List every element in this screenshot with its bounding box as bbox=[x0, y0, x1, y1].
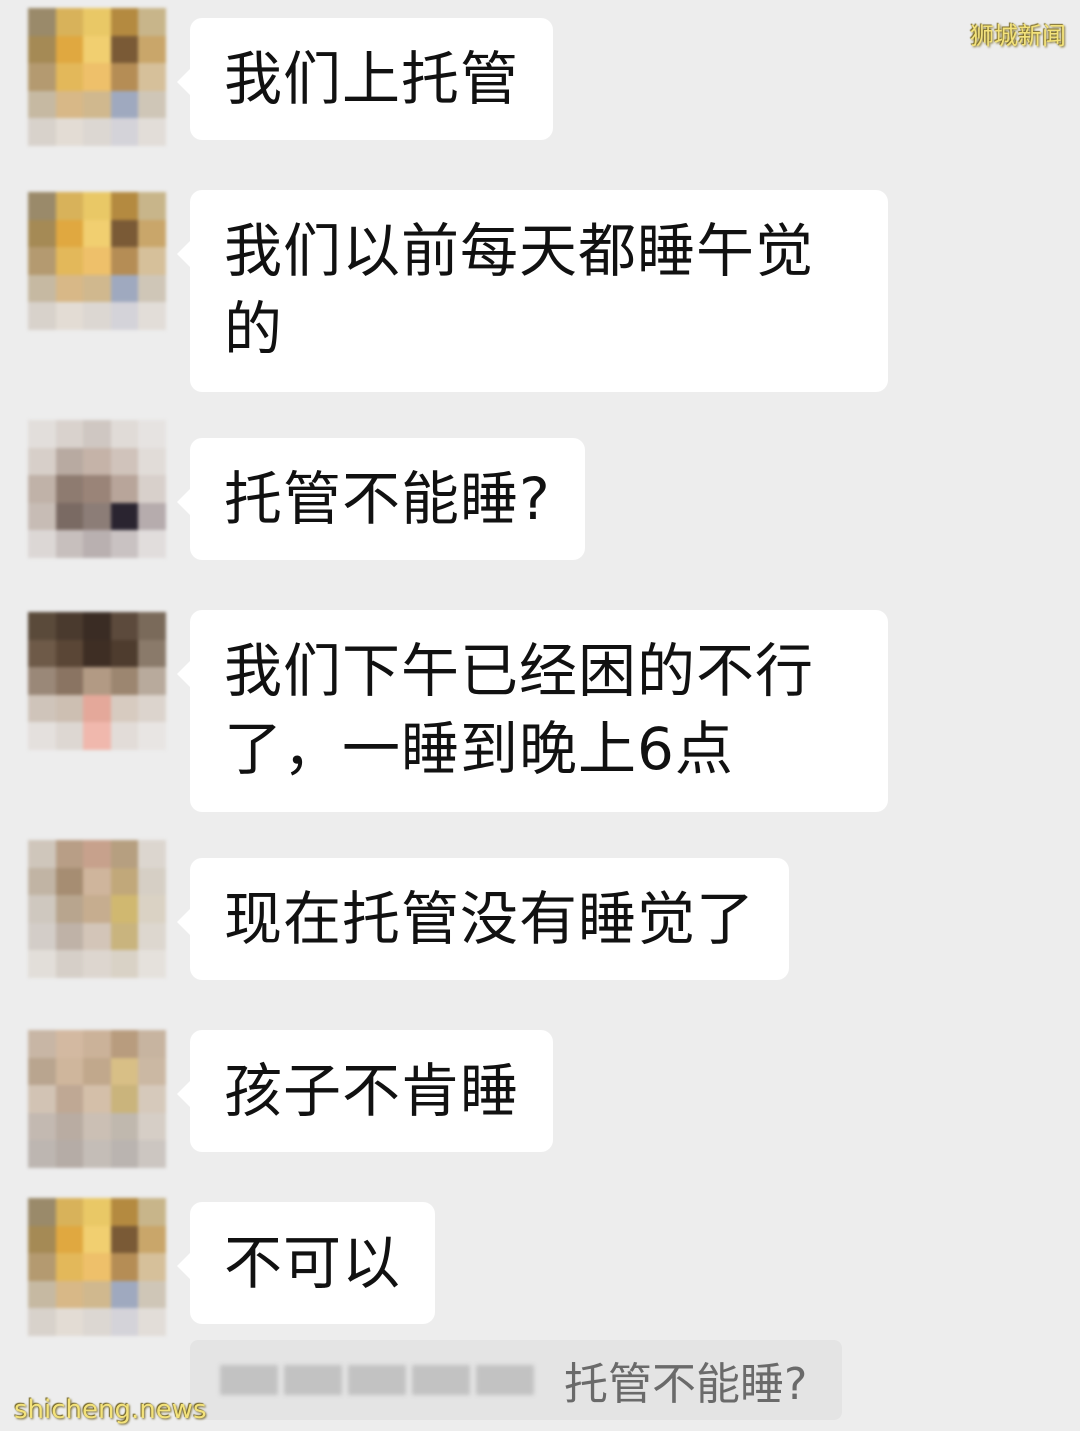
message-bubble[interactable]: 我们上托管 bbox=[176, 18, 554, 140]
message-text: 我们下午已经困的不行了，一睡到晚上6点 bbox=[224, 637, 815, 783]
avatar[interactable] bbox=[28, 420, 166, 558]
message-bubble[interactable]: 不可以 bbox=[176, 1202, 436, 1324]
avatar[interactable] bbox=[28, 612, 166, 750]
message-bubble[interactable]: 孩子不肯睡 bbox=[176, 1030, 554, 1152]
avatar[interactable] bbox=[28, 8, 166, 146]
message-bubble[interactable]: 托管不能睡? bbox=[177, 438, 585, 560]
avatar[interactable] bbox=[28, 192, 166, 330]
message-bubble[interactable]: 我们下午已经困的不行了，一睡到晚上6点 bbox=[177, 610, 888, 812]
watermark-url: shicheng.news bbox=[14, 1395, 207, 1425]
watermark-logo: 狮城新闻 bbox=[970, 22, 1066, 50]
message-text: 我们上托管 bbox=[224, 45, 520, 113]
quote-sender-name bbox=[220, 1365, 534, 1395]
message-text: 我们以前每天都睡午觉的 bbox=[224, 217, 815, 363]
message-text: 孩子不肯睡 bbox=[224, 1057, 520, 1125]
message-text: 现在托管没有睡觉了 bbox=[224, 885, 756, 953]
message-bubble[interactable]: 现在托管没有睡觉了 bbox=[176, 858, 790, 980]
avatar[interactable] bbox=[28, 840, 166, 978]
avatar[interactable] bbox=[28, 1030, 166, 1168]
message-text: 托管不能睡? bbox=[224, 465, 551, 533]
quote-text: 托管不能睡? bbox=[564, 1359, 808, 1410]
message-bubble[interactable]: 我们以前每天都睡午觉的 bbox=[177, 190, 888, 392]
avatar[interactable] bbox=[28, 1198, 166, 1336]
message-text: 不可以 bbox=[224, 1229, 402, 1297]
quoted-message[interactable]: 托管不能睡? bbox=[190, 1340, 842, 1420]
chat-window: 我们上托管 我们以前每天都睡午觉的 托管不能睡? 我们下午已经困的不行了，一睡到… bbox=[0, 0, 1080, 1431]
